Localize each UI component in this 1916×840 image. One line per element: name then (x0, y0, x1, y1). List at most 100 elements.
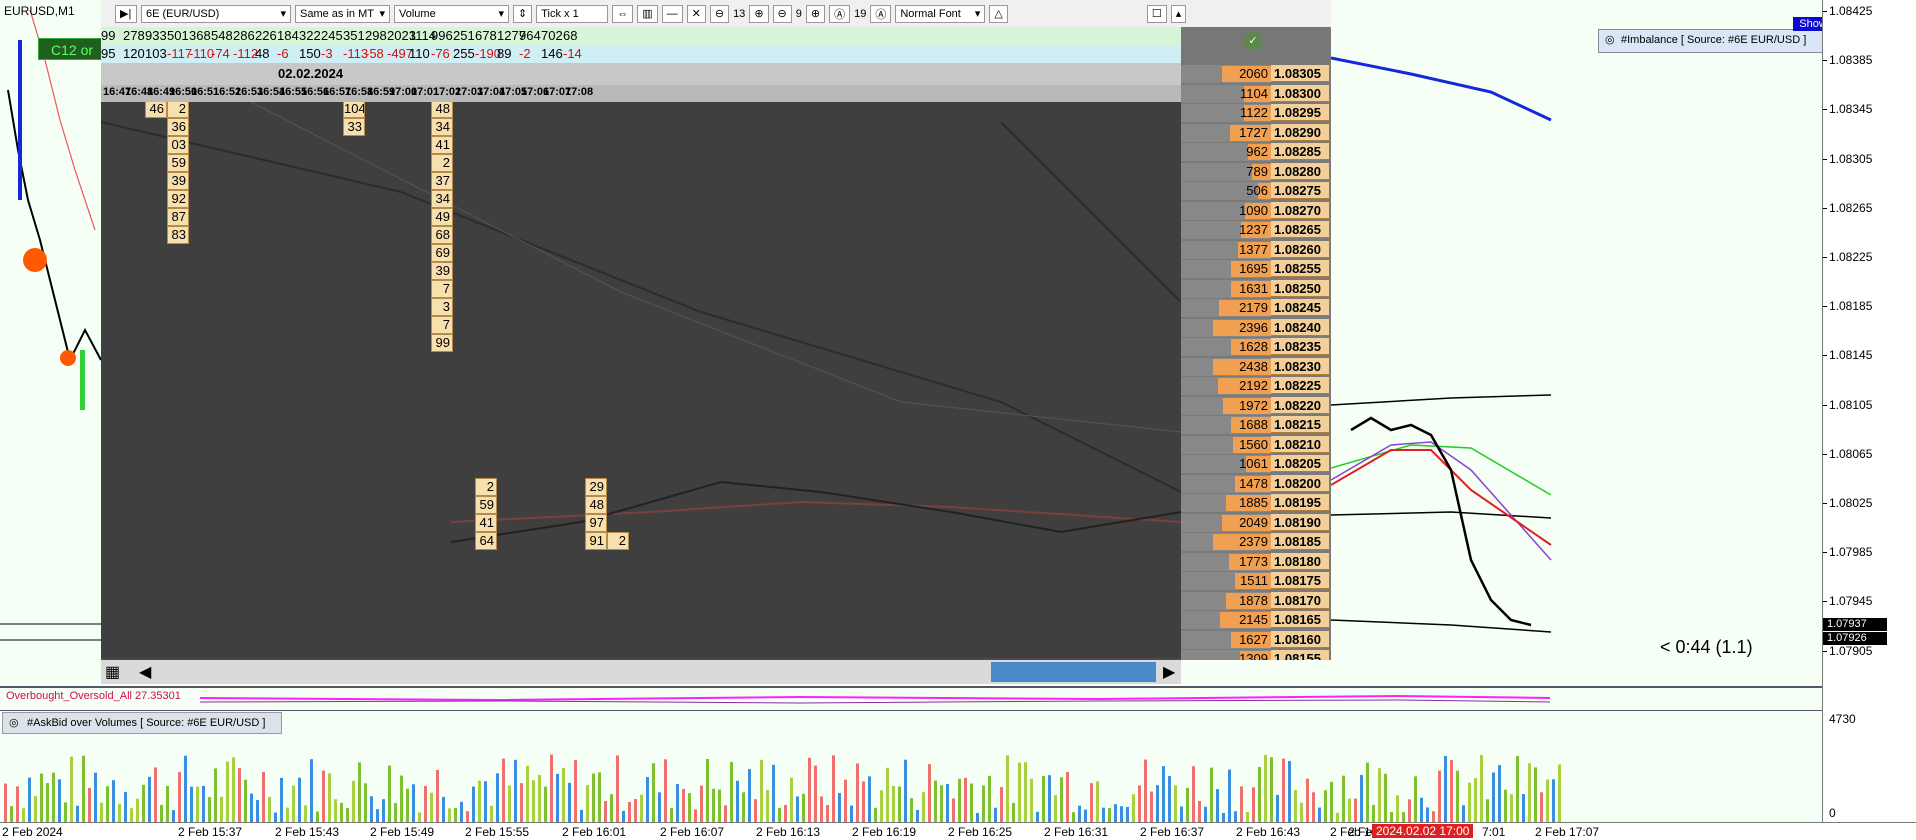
volume-bar (472, 786, 475, 823)
check-icon[interactable]: ✓ (1244, 32, 1262, 50)
dom-row[interactable]: 789 1.08280 (1181, 162, 1331, 181)
volume-bar (370, 796, 373, 823)
dom-row[interactable]: 1061 1.08205 (1181, 455, 1331, 473)
dom-row[interactable]: 1972 1.08220 (1181, 396, 1331, 415)
dom-row[interactable]: 506 1.08275 (1181, 182, 1331, 200)
footprint-scrollbar[interactable]: ▦ ◀ ▶ (101, 660, 1181, 684)
summary-delta-value: 48 (255, 46, 270, 61)
volume-bar (1558, 764, 1561, 823)
c12-indicator-label[interactable]: C12 or (38, 38, 102, 60)
volume-bar (1216, 789, 1219, 823)
right-mini-chart[interactable] (1331, 0, 1822, 685)
timezone-select[interactable]: Same as in MT ▾ (295, 4, 390, 23)
dom-row[interactable]: 2379 1.08185 (1181, 533, 1331, 551)
close-button[interactable]: ✕ (686, 4, 706, 23)
volume-bar (592, 773, 595, 823)
dom-row[interactable]: 1478 1.08200 (1181, 474, 1331, 493)
dom-row[interactable]: 2145 1.08165 (1181, 611, 1331, 629)
settings-icon[interactable]: ◎ (1605, 33, 1615, 46)
volume-bar (712, 788, 715, 823)
volume-bar (1282, 758, 1285, 823)
dom-row[interactable]: 2179 1.08245 (1181, 299, 1331, 317)
dom-row[interactable]: 1878 1.08170 (1181, 591, 1331, 610)
dom-row[interactable]: 1627 1.08160 (1181, 630, 1331, 649)
price-tick (1823, 207, 1827, 209)
footprint-grid[interactable]: 46 2 36 03 59 39 92 87 83 104 33 48 34 4… (101, 102, 1181, 658)
zoom-b-minus[interactable]: ⊖ (772, 4, 792, 23)
volume-bar (1348, 798, 1351, 823)
play-button[interactable]: ▶| (115, 4, 137, 23)
dom-row[interactable]: 1560 1.08210 (1181, 435, 1331, 454)
dom-row[interactable]: 1885 1.08195 (1181, 494, 1331, 512)
volume-bar (262, 771, 265, 823)
dom-price-value: 1.08180 (1271, 552, 1329, 570)
dom-row[interactable]: 1104 1.08300 (1181, 84, 1331, 103)
dom-row[interactable]: 1631 1.08250 (1181, 279, 1331, 298)
dom-row[interactable]: 1511 1.08175 (1181, 572, 1331, 590)
zoom-a-plus[interactable]: ⊕ (749, 4, 769, 23)
dom-row[interactable]: 2192 1.08225 (1181, 377, 1331, 395)
font-size-plus[interactable]: Ⓐ (870, 4, 892, 23)
volume-bar (1456, 770, 1459, 823)
font-size-minus[interactable]: Ⓐ (829, 4, 851, 23)
price-label: 1.08305 (1829, 151, 1873, 166)
instrument-select[interactable]: 6E (EUR/USD) ▾ (141, 4, 291, 23)
calendar-icon[interactable]: ▦ (105, 662, 120, 682)
line-button[interactable]: — (661, 4, 683, 23)
volume-bar (1516, 756, 1519, 823)
dom-row[interactable]: 1773 1.08180 (1181, 552, 1331, 571)
askbid-title-box[interactable]: ◎ #AskBid over Volumes [ Source: #6E EUR… (2, 712, 282, 734)
dom-row[interactable]: 1695 1.08255 (1181, 260, 1331, 278)
dom-row[interactable]: 2396 1.08240 (1181, 318, 1331, 337)
dom-price-value: 1.08240 (1271, 318, 1329, 336)
split-button[interactable]: ⇔ (612, 4, 634, 23)
volume-bar (1306, 778, 1309, 823)
scroll-thumb[interactable] (991, 662, 1156, 682)
dom-row[interactable]: 962 1.08285 (1181, 143, 1331, 161)
dom-row[interactable]: 1122 1.08295 (1181, 104, 1331, 122)
volume-bar (184, 755, 187, 823)
dom-row[interactable]: 1628 1.08235 (1181, 338, 1331, 356)
dom-row[interactable]: 1090 1.08270 (1181, 201, 1331, 220)
dom-ladder[interactable]: ✓ 2060 1.08305 1104 1.08300 1122 1.08295 1727 1… (1181, 27, 1331, 660)
footprint-cell: 48 (431, 102, 453, 118)
volume-bar (76, 805, 79, 823)
volume-bar (1486, 799, 1489, 823)
dom-row[interactable]: 2060 1.08305 (1181, 65, 1331, 83)
volume-bar (1162, 766, 1165, 823)
scale-button[interactable]: ⇕ (513, 4, 533, 23)
imbalance-indicator-box[interactable]: ◎ #Imbalance [ Source: #6E EUR/USD ] ▼ (1598, 29, 1852, 53)
mode-select[interactable]: Volume ▾ (394, 4, 509, 23)
zoom-a-minus[interactable]: ⊖ (709, 4, 730, 23)
alert-button[interactable]: △ (989, 4, 1008, 23)
dom-row[interactable]: 1727 1.08290 (1181, 123, 1331, 142)
dom-row[interactable]: 2438 1.08230 (1181, 357, 1331, 376)
volume-bar (892, 786, 895, 823)
maximize-button[interactable]: ☐ (1146, 4, 1167, 23)
volume-bar (1108, 808, 1111, 823)
tick-select[interactable]: Tick x 1 (536, 4, 609, 23)
dom-price-value: 1.08170 (1271, 591, 1329, 609)
scroll-right-icon[interactable]: ▶ (1163, 662, 1175, 682)
dom-row[interactable]: 1377 1.08260 (1181, 240, 1331, 259)
time-axis[interactable]: 2 Feb 2024 2 Feb 15:37 2 Feb 15:43 2 Feb 15… (0, 822, 1916, 840)
collapse-button[interactable]: ▴ (1170, 4, 1187, 23)
price-axis[interactable]: 1.08425 1.08385 1.08345 1.08305 1.08265 1.082… (1822, 0, 1916, 840)
font-select[interactable]: Normal Font ▾ (895, 4, 986, 23)
bars-button[interactable]: ▥ (637, 4, 658, 23)
dom-row[interactable]: 2049 1.08190 (1181, 513, 1331, 532)
summary-delta-value: -58 (365, 46, 384, 61)
settings-icon[interactable]: ◎ (9, 713, 19, 733)
dom-row[interactable]: 1309 1.08155 (1181, 650, 1331, 660)
dom-volume-value: 2396 (1239, 319, 1268, 335)
scroll-left-icon[interactable]: ◀ (139, 662, 151, 682)
oscillator-panel[interactable] (0, 686, 1822, 710)
dom-row[interactable]: 1688 1.08215 (1181, 416, 1331, 434)
volume-bar (538, 774, 541, 823)
volume-bar (706, 758, 709, 823)
price-label: 1.08345 (1829, 102, 1873, 117)
volume-bar (196, 786, 199, 823)
dom-row[interactable]: 1237 1.08265 (1181, 221, 1331, 239)
zoom-b-plus[interactable]: ⊕ (805, 4, 826, 23)
volume-bar (838, 792, 841, 823)
